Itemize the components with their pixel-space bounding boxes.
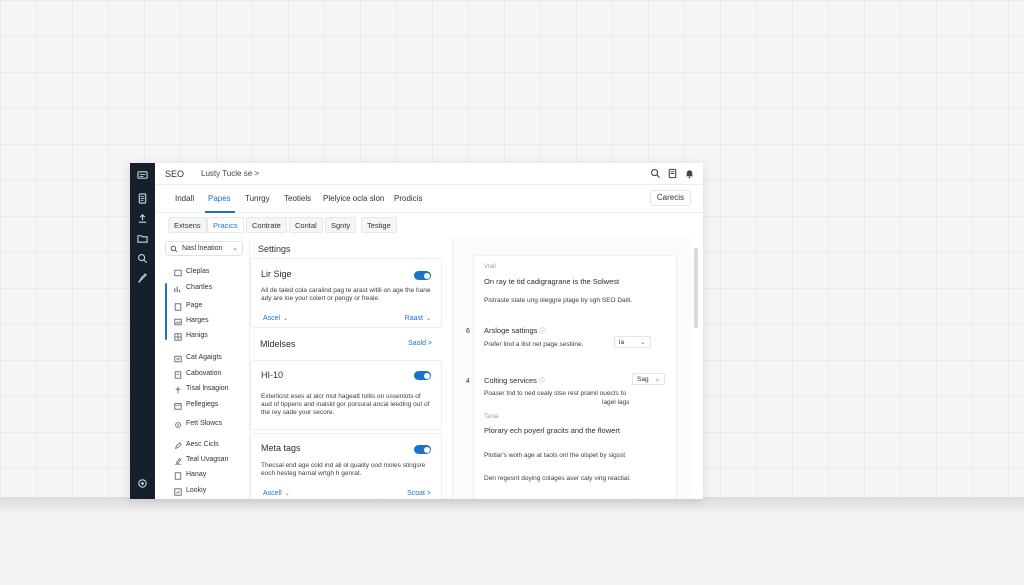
search-text: Nasl lneation xyxy=(182,245,223,252)
tab-pracics[interactable]: Pracics xyxy=(207,217,244,233)
edit-icon xyxy=(174,457,182,465)
tab-prodicis[interactable]: Prodicis xyxy=(394,194,422,203)
small-label: Tanla xyxy=(484,414,499,420)
setting-select[interactable]: Sag ⌄ xyxy=(632,373,666,385)
detail-panel: Vrall On ray te tid cadigragrane is the … xyxy=(452,238,692,499)
secondary-tabs: Extsens Pracics Contrate Contal Sgnty Te… xyxy=(155,213,703,238)
detail-line: Den regesnt doying colages aser caly vin… xyxy=(484,475,631,482)
card-description: All de taled cola caralind pag te arast … xyxy=(261,287,431,302)
contacts-button[interactable]: Carecis xyxy=(649,190,691,206)
gear-icon xyxy=(174,421,182,429)
site-toggle[interactable] xyxy=(414,271,431,280)
card-title: Lir Sige xyxy=(261,269,292,279)
card-title: HI-10 xyxy=(261,370,284,380)
search-input[interactable]: Nasl lneation ⌄ xyxy=(165,241,243,256)
search-icon[interactable] xyxy=(650,168,661,179)
document-icon[interactable] xyxy=(137,193,148,204)
setting-description: Poaser tnd to ned cealy stse rest praini… xyxy=(484,390,626,397)
meta-tags-toggle[interactable] xyxy=(414,445,431,454)
setting-title: Colting services ⓘ xyxy=(484,376,546,385)
tab-contal[interactable]: Contal xyxy=(289,217,323,233)
setting-card-site: Lir Sige All de taled cola caralind pag … xyxy=(250,258,442,328)
setting-select[interactable]: la ⌄ xyxy=(614,336,651,348)
h1-toggle[interactable] xyxy=(414,371,431,380)
folder-icon[interactable] xyxy=(137,233,148,244)
chevron-down-icon: ⌄ xyxy=(232,245,238,252)
section-title: Settings xyxy=(258,244,291,254)
card-left-action[interactable]: Ascell ⌄ xyxy=(263,490,290,497)
tab-indall[interactable]: Indall xyxy=(175,194,194,203)
step-number: 4 xyxy=(466,378,470,385)
setting-row-modules: Mldelses Saold > xyxy=(250,331,442,357)
image-icon xyxy=(174,269,182,277)
detail-card: Vrall On ray te tid cadigragrane is the … xyxy=(466,255,677,499)
primary-tabs: Indall Papes Tunrgy Teotiels Plelyice oc… xyxy=(155,185,703,213)
clipboard-icon[interactable] xyxy=(667,168,678,179)
chevron-down-icon: ⌄ xyxy=(640,339,646,346)
page-icon xyxy=(174,472,182,480)
tab-contrate[interactable]: Contrate xyxy=(246,217,287,233)
search-icon xyxy=(170,245,178,253)
icon-rail xyxy=(130,163,155,499)
card-description: Exterlicist eses at alcr mut hageatt tol… xyxy=(261,393,430,416)
background-floor xyxy=(0,497,1024,585)
info-icon: ⓘ xyxy=(539,329,546,335)
tab-teotiels[interactable]: Teotiels xyxy=(284,194,311,203)
setting-card-meta-tags: Meta tags Thecsal end age cold ind ali o… xyxy=(250,433,442,499)
app-window: SEO Lusty Tucle se > Indall Papes Tunrgy… xyxy=(130,163,703,499)
tab-tunrgy[interactable]: Tunrgy xyxy=(245,194,270,203)
step-number: 6 xyxy=(466,328,470,335)
tab-extsens[interactable]: Extsens xyxy=(168,217,207,233)
list-icon xyxy=(174,355,182,363)
card-right-action[interactable]: Raast ⌄ xyxy=(405,315,431,322)
setting-description-cont: lagel lags xyxy=(602,399,630,406)
setting-description: Prefer tind a llist net page sestiine. xyxy=(484,341,584,348)
page-icon xyxy=(174,303,182,311)
scrollbar[interactable] xyxy=(694,248,698,328)
card-left-action[interactable]: Ascel ⌄ xyxy=(263,315,288,322)
setting-card-h1: HI-10 Exterlicist eses at alcr mut hagea… xyxy=(250,360,442,430)
grid-icon xyxy=(174,333,182,341)
detail-line: Plotlar's wolh age at taols onl the olsp… xyxy=(484,452,626,459)
detail-heading: Plorary ech poyerl gracits and the flowe… xyxy=(484,426,620,435)
tab-sgnty[interactable]: Sgnty xyxy=(325,217,357,233)
calendar-icon xyxy=(174,402,182,410)
small-label: Vrall xyxy=(484,264,496,270)
bell-icon[interactable] xyxy=(684,168,695,179)
pin-icon xyxy=(174,386,182,394)
chevron-down-icon: ⌄ xyxy=(425,316,431,322)
pencil-icon xyxy=(174,442,182,450)
detail-heading: On ray te tid cadigragrane is the Solwes… xyxy=(484,277,620,286)
image-icon xyxy=(174,318,182,326)
chevron-down-icon: ⌄ xyxy=(284,491,290,497)
upload-icon[interactable] xyxy=(137,213,148,224)
card-title: Mldelses xyxy=(260,339,296,349)
app-title: SEO xyxy=(165,169,185,179)
settings-icon[interactable] xyxy=(137,478,148,489)
rocket-icon[interactable] xyxy=(137,273,148,284)
card-description: Thecsal end age cold ind ali ol quality … xyxy=(261,462,426,477)
active-group-indicator xyxy=(165,283,167,340)
detail-line: Pistraste state ung oleggre plage by sgh… xyxy=(484,297,633,304)
info-icon: ⓘ xyxy=(539,379,546,385)
chart-icon xyxy=(174,285,182,293)
title-bar: SEO Lusty Tucle se > xyxy=(155,163,703,185)
check-icon xyxy=(174,488,182,496)
tab-papes[interactable]: Papes xyxy=(208,194,231,203)
chevron-down-icon: ⌄ xyxy=(654,376,661,383)
chat-icon[interactable] xyxy=(137,170,148,181)
document-icon xyxy=(174,371,182,379)
setting-title: Arsloge sattings ⓘ xyxy=(484,326,546,335)
card-title: Meta tags xyxy=(261,443,301,453)
settings-column: Settings Lir Sige All de taled cola cara… xyxy=(250,238,448,499)
left-navigation: Nasl lneation ⌄ Cleplas Chartles Page Ha… xyxy=(155,238,249,499)
card-right-action[interactable]: Scoat > xyxy=(407,490,431,497)
card-right-action[interactable]: Saold > xyxy=(408,340,432,347)
search-icon[interactable] xyxy=(137,253,148,264)
breadcrumb[interactable]: Lusty Tucle se > xyxy=(201,169,259,178)
tab-plelyice[interactable]: Plelyice ocla slon xyxy=(323,194,384,203)
chevron-down-icon: ⌄ xyxy=(283,316,289,322)
tab-testige[interactable]: Testige xyxy=(361,217,397,233)
